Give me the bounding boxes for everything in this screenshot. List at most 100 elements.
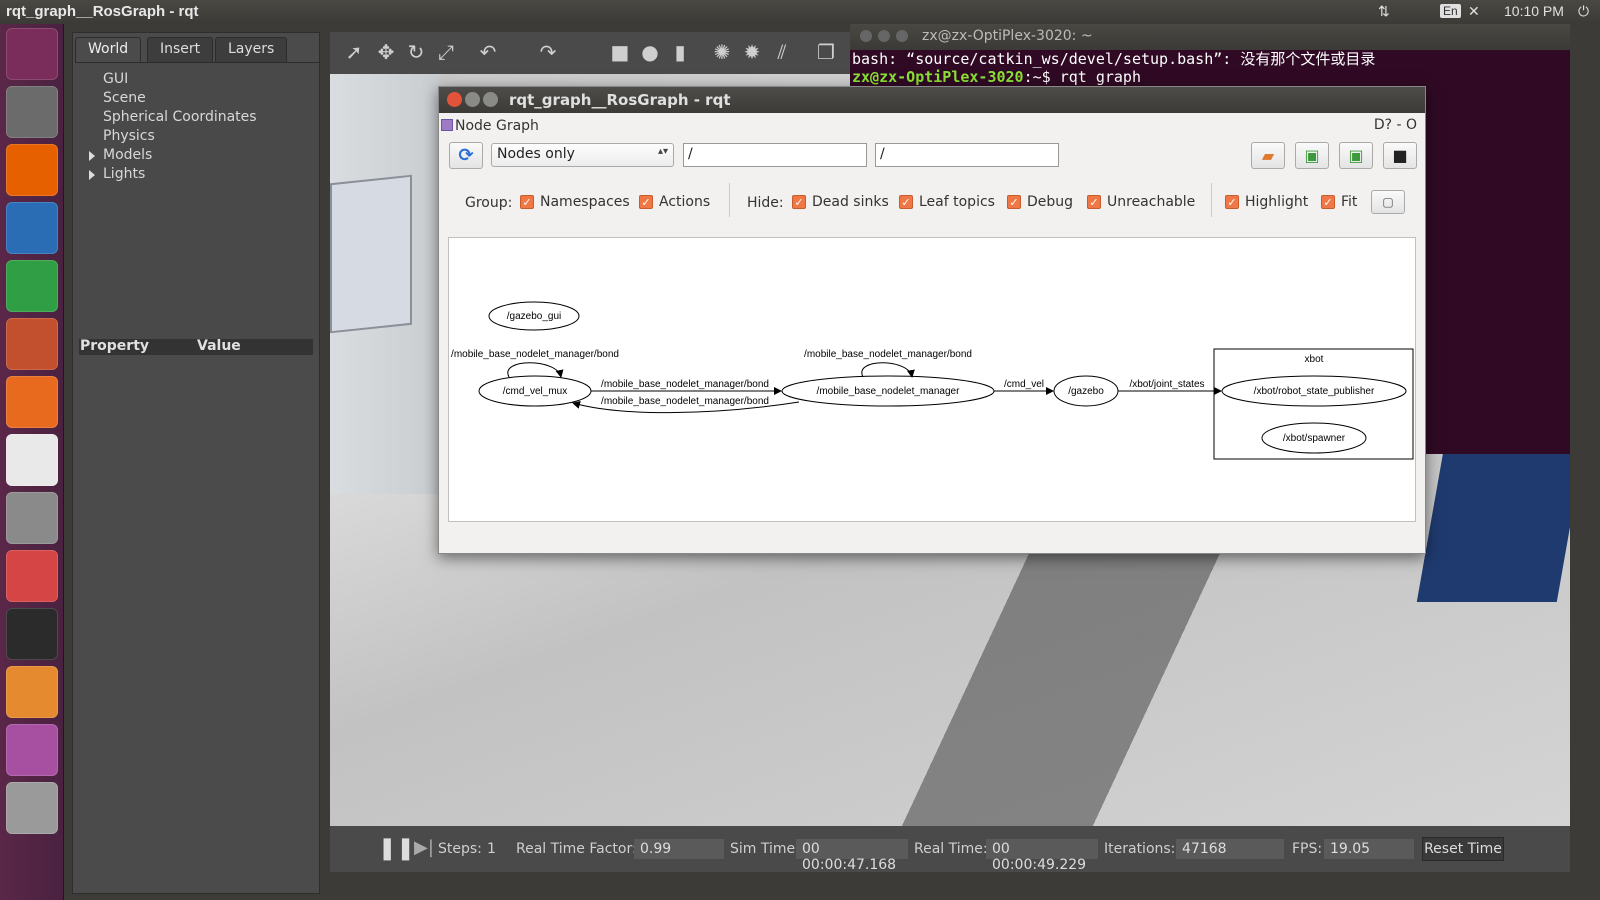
- plugin-corner-controls[interactable]: D? - O: [1374, 117, 1417, 133]
- load-dot-button[interactable]: ▰: [1251, 142, 1285, 169]
- expand-arrow-icon[interactable]: [89, 170, 95, 180]
- graph-type-select[interactable]: Nodes only ▴▾: [491, 143, 674, 167]
- screenshot-button[interactable]: ■: [1383, 142, 1417, 169]
- tree-item-spherical-coordinates[interactable]: Spherical Coordinates: [103, 109, 257, 125]
- close-icon[interactable]: [447, 92, 462, 107]
- node-gazebo-gui[interactable]: /gazebo_gui: [507, 311, 562, 322]
- edge-label-bond-loop-manager: /mobile_base_nodelet_manager/bond: [804, 349, 972, 360]
- fps-value: 19.05: [1324, 839, 1414, 859]
- volume-muted-icon[interactable]: ✕: [1468, 3, 1480, 20]
- translate-mode-icon[interactable]: ✥: [374, 40, 398, 64]
- gazebo-status-bar: ❚❚ ▶| Steps: 1 Real Time Factor: 0.99 Si…: [330, 826, 1570, 873]
- namespace-filter-input[interactable]: /: [683, 143, 867, 167]
- tree-item-lights[interactable]: Lights: [103, 166, 145, 182]
- save-svg-button[interactable]: ▣: [1339, 142, 1373, 169]
- node-graph-icon: [441, 119, 453, 131]
- refresh-button[interactable]: ⟳: [449, 142, 483, 169]
- property-header: Property Value: [79, 338, 313, 355]
- debug-label: Debug: [1027, 194, 1074, 210]
- highlight-checkbox[interactable]: ✓: [1225, 195, 1239, 209]
- tree-item-models[interactable]: Models: [103, 147, 152, 163]
- graph-type-value: Nodes only: [497, 146, 575, 162]
- reset-time-button[interactable]: Reset Time: [1422, 837, 1504, 861]
- minimize-icon[interactable]: [878, 30, 890, 42]
- maximize-icon[interactable]: [483, 92, 498, 107]
- pause-icon[interactable]: ❚❚: [378, 836, 415, 861]
- node-cmd-vel-mux[interactable]: /cmd_vel_mux: [503, 386, 567, 397]
- copy-icon[interactable]: ❐: [814, 40, 838, 64]
- step-icon[interactable]: ▶|: [414, 837, 434, 858]
- debug-checkbox[interactable]: ✓: [1007, 195, 1021, 209]
- refresh-icon: ⟳: [458, 145, 474, 166]
- undo-icon[interactable]: ↶: [476, 40, 500, 64]
- fit-checkbox[interactable]: ✓: [1321, 195, 1335, 209]
- tab-insert[interactable]: Insert: [147, 37, 214, 62]
- directional-light-icon[interactable]: ⫽: [770, 40, 794, 64]
- files-icon[interactable]: [6, 86, 58, 138]
- value-column-header: Value: [197, 338, 241, 354]
- clock[interactable]: 10:10 PM: [1504, 3, 1564, 19]
- writer-icon[interactable]: [6, 202, 58, 254]
- system-settings-icon[interactable]: [6, 492, 58, 544]
- edge-label-bond-to-manager: /mobile_base_nodelet_manager/bond: [601, 379, 769, 390]
- tree-item-scene[interactable]: Scene: [103, 90, 146, 106]
- close-icon[interactable]: [860, 30, 872, 42]
- amazon-icon[interactable]: [6, 434, 58, 486]
- launcher: [0, 24, 64, 900]
- box-shape-icon[interactable]: ■: [608, 40, 632, 64]
- dead-sinks-label: Dead sinks: [812, 194, 889, 210]
- namespaces-label: Namespaces: [540, 194, 630, 210]
- impress-icon[interactable]: [6, 318, 58, 370]
- software-center-icon[interactable]: [6, 376, 58, 428]
- ubuntu-dash-icon[interactable]: [6, 28, 58, 80]
- unreachable-checkbox[interactable]: ✓: [1087, 195, 1101, 209]
- topic-filter-input[interactable]: /: [875, 143, 1059, 167]
- point-light-icon[interactable]: ✺: [710, 40, 734, 64]
- scale-mode-icon[interactable]: ⤢: [434, 40, 458, 64]
- steps-label: Steps:: [438, 841, 482, 857]
- trash-icon[interactable]: [6, 782, 58, 834]
- dead-sinks-checkbox[interactable]: ✓: [792, 195, 806, 209]
- expand-arrow-icon[interactable]: [89, 151, 95, 161]
- spot-light-icon[interactable]: ✹: [740, 40, 764, 64]
- highlight-label: Highlight: [1245, 194, 1309, 210]
- power-icon[interactable]: ⏻: [1578, 3, 1589, 20]
- graph-canvas[interactable]: xbot /gazebo_gui /cmd_vel_mux /mobile_ba…: [448, 237, 1416, 522]
- firefox-icon[interactable]: [6, 144, 58, 196]
- document-viewer-icon[interactable]: [6, 550, 58, 602]
- node-spawner[interactable]: /xbot/spawner: [1283, 433, 1346, 444]
- terminal-titlebar: zx@zx-OptiPlex-3020: ~: [850, 24, 1570, 50]
- node-robot-state-publisher[interactable]: /xbot/robot_state_publisher: [1254, 386, 1375, 397]
- tab-world[interactable]: World: [75, 37, 142, 62]
- unreachable-label: Unreachable: [1107, 194, 1196, 210]
- node-gazebo[interactable]: /gazebo: [1068, 386, 1104, 397]
- rotate-mode-icon[interactable]: ↻: [404, 40, 428, 64]
- maximize-icon[interactable]: [896, 30, 908, 42]
- leaf-topics-checkbox[interactable]: ✓: [899, 195, 913, 209]
- tree-item-physics[interactable]: Physics: [103, 128, 155, 144]
- calc-icon[interactable]: [6, 260, 58, 312]
- terminal-icon[interactable]: [6, 608, 58, 660]
- sphere-shape-icon[interactable]: ●: [638, 40, 662, 64]
- save-dot-button[interactable]: ▣: [1295, 142, 1329, 169]
- edge-label-joint-states: /xbot/joint_states: [1129, 379, 1204, 390]
- actions-checkbox[interactable]: ✓: [639, 195, 653, 209]
- network-icon[interactable]: ⇅: [1378, 3, 1390, 20]
- cylinder-shape-icon[interactable]: ▮: [668, 40, 692, 64]
- redo-icon[interactable]: ↷: [536, 40, 560, 64]
- minimize-icon[interactable]: [465, 92, 480, 107]
- separator: [1211, 183, 1212, 217]
- rqt-icon[interactable]: [6, 724, 58, 776]
- tree-item-gui[interactable]: GUI: [103, 71, 128, 87]
- fit-in-view-button[interactable]: ▢: [1371, 190, 1405, 214]
- gazebo-icon[interactable]: [6, 666, 58, 718]
- select-mode-icon[interactable]: ➚: [342, 40, 366, 64]
- blue-object: [1416, 452, 1570, 602]
- namespaces-checkbox[interactable]: ✓: [520, 195, 534, 209]
- fit-icon: ▢: [1382, 195, 1394, 209]
- keyboard-layout-indicator[interactable]: En: [1440, 4, 1461, 18]
- steps-value[interactable]: 1: [487, 841, 496, 857]
- iterations-value: 47168: [1176, 839, 1284, 859]
- tab-layers[interactable]: Layers: [215, 37, 288, 62]
- node-mobile-base-nodelet-manager[interactable]: /mobile_base_nodelet_manager: [817, 386, 961, 397]
